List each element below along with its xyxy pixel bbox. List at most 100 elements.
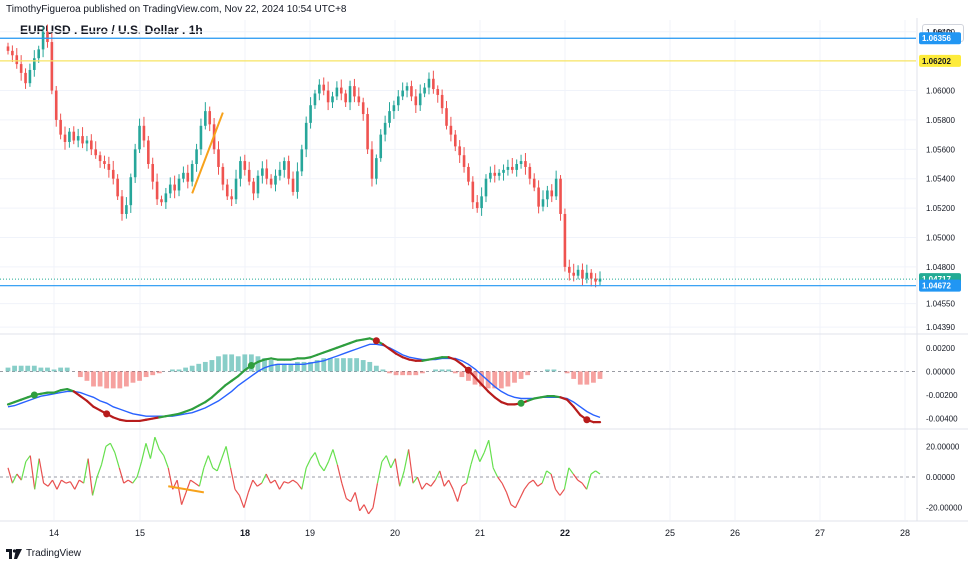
oscillator-line-segment xyxy=(194,482,200,487)
candle xyxy=(19,55,23,81)
macd-line-segment xyxy=(572,405,582,417)
candle xyxy=(585,264,589,284)
oscillator-line-segment xyxy=(203,455,209,469)
candle-body xyxy=(54,90,58,120)
oscillator-line-segment xyxy=(586,473,592,490)
candle xyxy=(528,163,532,185)
candle xyxy=(313,89,317,109)
oscillator-line-segment xyxy=(434,470,441,481)
tradingview-icon xyxy=(6,548,22,559)
candle-body xyxy=(475,202,479,209)
candle xyxy=(168,177,172,199)
candle-body xyxy=(339,87,343,94)
oscillator-line-segment xyxy=(461,482,467,487)
candle xyxy=(261,161,264,184)
oscillator-line-segment xyxy=(519,489,525,499)
candle xyxy=(304,116,308,158)
oscillator-line-segment xyxy=(65,481,71,484)
oscillator-line-segment xyxy=(11,473,18,484)
oscillator-line-segment xyxy=(350,492,356,502)
candle xyxy=(269,174,273,189)
oscillator-line-segment xyxy=(345,498,352,503)
oscillator-line-segment xyxy=(256,482,263,487)
oscillator-line-segment xyxy=(56,479,62,490)
candle xyxy=(103,155,106,169)
candle-body xyxy=(326,90,330,103)
candle-body xyxy=(414,96,418,106)
candle xyxy=(164,187,168,209)
oscillator-line-segment xyxy=(456,486,463,502)
candle xyxy=(24,68,27,89)
oscillator-line-segment xyxy=(376,461,383,484)
macd-histogram-bar xyxy=(341,358,346,372)
x-tick-label: 20 xyxy=(390,528,400,538)
macd-histogram-bar xyxy=(544,369,550,372)
oscillator-line-segment xyxy=(301,467,307,490)
oscillator-line-segment xyxy=(216,458,223,472)
candle-body xyxy=(453,134,457,147)
macd-line-segment xyxy=(85,399,95,408)
macd-line-segment xyxy=(191,404,200,411)
candle-body xyxy=(322,84,326,91)
candle-body xyxy=(432,78,435,90)
macd-histogram-bar xyxy=(327,358,333,372)
oscillator-line-segment xyxy=(34,458,40,490)
chart-canvas[interactable]: 14151819202122252627281.064001.060001.05… xyxy=(0,0,975,566)
oscillator-line-segment xyxy=(550,473,557,490)
candle xyxy=(568,259,571,281)
candle xyxy=(177,174,181,197)
oscillator-line-segment xyxy=(140,443,147,462)
candle-body xyxy=(129,177,133,206)
macd-histogram-bar xyxy=(446,369,452,372)
candle xyxy=(559,175,562,221)
candle-body xyxy=(462,155,466,167)
oscillator-line-segment xyxy=(327,449,334,462)
macd-histogram-bar xyxy=(183,367,188,372)
price-tag-label: 1.04672 xyxy=(922,282,951,291)
macd-histogram-bar xyxy=(209,360,215,372)
macd-histogram-bar xyxy=(347,358,353,372)
candle xyxy=(234,169,238,204)
oscillator-tick-label: 20.00000 xyxy=(926,442,960,451)
macd-histogram-bar xyxy=(235,356,241,372)
oscillator-line-segment xyxy=(314,452,321,465)
candle xyxy=(423,83,426,98)
macd-histogram-bar xyxy=(452,371,458,374)
candle-body xyxy=(568,266,571,273)
macd-histogram-bar xyxy=(380,369,386,372)
candle-body xyxy=(559,178,562,214)
macd-line-segment xyxy=(230,375,240,382)
candle-body xyxy=(313,93,317,106)
candle-body xyxy=(160,199,163,203)
candle-body xyxy=(252,181,255,194)
oscillator-line-segment xyxy=(372,483,379,508)
candle-body xyxy=(581,269,584,279)
candle xyxy=(563,208,567,272)
candle-body xyxy=(164,193,168,203)
candle-body xyxy=(296,171,299,192)
oscillator-line-segment xyxy=(510,504,516,509)
candle xyxy=(467,163,470,186)
candle xyxy=(68,128,71,148)
oscillator-line-segment xyxy=(559,488,565,496)
candle-body xyxy=(589,272,593,279)
oscillator-line-segment xyxy=(555,488,561,496)
candle xyxy=(449,116,453,142)
oscillator-line-segment xyxy=(91,476,98,496)
candle-body xyxy=(287,161,290,179)
macd-histogram-bar xyxy=(373,365,379,372)
oscillator-line-segment xyxy=(225,446,232,468)
candle-body xyxy=(440,94,444,109)
candle xyxy=(375,154,378,185)
oscillator-line-segment xyxy=(158,449,165,456)
candle xyxy=(208,106,212,132)
candle-body xyxy=(576,269,580,276)
oscillator-line-segment xyxy=(443,479,450,487)
candle-body xyxy=(234,178,238,200)
candle xyxy=(524,152,527,175)
candle xyxy=(335,81,339,101)
candle xyxy=(550,184,554,203)
candle xyxy=(331,91,334,109)
oscillator-line-segment xyxy=(252,479,258,487)
tradingview-logo[interactable]: TradingView xyxy=(6,548,81,559)
